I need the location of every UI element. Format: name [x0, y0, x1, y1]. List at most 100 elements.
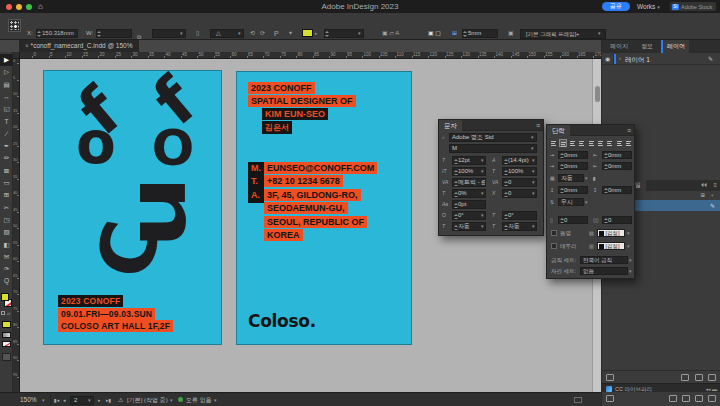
- indent-row2-left-field[interactable]: 0mm: [558, 162, 588, 170]
- toolbar-default-swatch-icon[interactable]: [1, 311, 5, 315]
- char-row-left-field[interactable]: 0pt: [452, 200, 486, 209]
- rectangle-frame-tool[interactable]: ⊠: [0, 165, 13, 177]
- corner-radius-field[interactable]: 5mm: [462, 29, 498, 38]
- preflight-status[interactable]: 오류 없음: [186, 396, 212, 405]
- reference-point-proxy[interactable]: [8, 19, 21, 32]
- bottom-footer-icon1[interactable]: [606, 395, 614, 402]
- cc-library-bar[interactable]: CC 라이브러리 ◂◂ ▬: [602, 383, 720, 392]
- free-transform-tool[interactable]: ◳: [0, 214, 13, 226]
- layer-expand-icon[interactable]: ›: [619, 55, 621, 61]
- zoom-level[interactable]: 150%: [20, 396, 37, 403]
- horizontal-ruler[interactable]: 0510152025303540455055606570758085909510…: [20, 52, 601, 59]
- stock-search-box[interactable]: St Adobe Stock: [670, 2, 716, 11]
- toolbar-swap-swatch-icon[interactable]: ⇄: [7, 311, 10, 316]
- styles-collapse-icon[interactable]: ⏴⏴: [701, 182, 707, 189]
- indent-row1-right-field[interactable]: 0mm: [602, 151, 632, 159]
- toolbar-fill-swatch[interactable]: [1, 293, 9, 301]
- hyphen-dropdown[interactable]: 무시: [558, 198, 584, 206]
- indent-row1-left-field[interactable]: 0mm: [558, 151, 588, 159]
- mojikumi-dropdown[interactable]: 없음: [580, 267, 628, 275]
- select-container-icon[interactable]: P: [274, 30, 279, 37]
- flip-horizontal-icon[interactable]: ▯: [196, 30, 199, 37]
- styles-add-icon[interactable]: ＋: [710, 192, 716, 199]
- align-button-6[interactable]: [606, 139, 614, 147]
- eyedropper-tool[interactable]: ✑: [0, 263, 13, 275]
- dock-tab-0[interactable]: 페이지: [606, 40, 632, 53]
- zoom-tool[interactable]: Q: [0, 275, 13, 287]
- rectangle-tool[interactable]: ▭: [0, 177, 13, 189]
- document-tab[interactable]: × *conoff_namecard_C.indd @ 150%: [19, 40, 139, 52]
- span-row-left-field[interactable]: 0: [558, 216, 588, 224]
- effects-icon[interactable]: ✦: [288, 30, 293, 37]
- align-button-7[interactable]: [616, 139, 624, 147]
- direct-selection-tool[interactable]: ▷: [0, 66, 13, 78]
- bottom-footer-icon2[interactable]: [669, 395, 677, 402]
- screen-mode-button[interactable]: [2, 353, 11, 361]
- character-panel-menu-icon[interactable]: ≡: [536, 122, 540, 129]
- align-button-5[interactable]: [597, 139, 605, 147]
- pencil-tool[interactable]: ✏: [0, 152, 13, 164]
- grid-tool[interactable]: ⊞: [0, 189, 13, 201]
- layer-visibility-icon[interactable]: ◉: [605, 55, 610, 62]
- align-button-3[interactable]: [578, 139, 586, 147]
- line-tool[interactable]: ∕: [0, 128, 13, 140]
- bottom-footer-icon3[interactable]: [682, 395, 690, 402]
- shading-color-field[interactable]: [검정]: [597, 229, 625, 237]
- workspace-switcher[interactable]: Works ▾: [637, 3, 660, 10]
- scissors-tool[interactable]: ✂: [0, 202, 13, 214]
- footer-new-icon[interactable]: [695, 374, 703, 381]
- dock-tab-2[interactable]: 레이어: [661, 40, 689, 53]
- vertical-scrollbar-thumb[interactable]: [595, 86, 600, 102]
- fill-color-swatch[interactable]: [302, 29, 313, 37]
- paragraph-panel-menu-icon[interactable]: ≡: [627, 127, 631, 134]
- span-row-right-field[interactable]: 0: [602, 216, 632, 224]
- space-row-left-field[interactable]: 0mm: [558, 186, 588, 194]
- gradient-tool[interactable]: ▨: [0, 226, 13, 238]
- type-tool[interactable]: T: [0, 116, 13, 128]
- border-checkbox[interactable]: [551, 243, 557, 249]
- x-field[interactable]: 150.318mm: [36, 29, 78, 38]
- align-button-0[interactable]: [550, 139, 558, 147]
- char-row-right-field[interactable]: 0°: [502, 211, 537, 220]
- styles-menu-icon[interactable]: ≡: [713, 182, 717, 188]
- prev-page-icon[interactable]: ◂: [63, 397, 66, 403]
- effects-fx-icon[interactable]: ▣ ▱ A: [382, 30, 399, 37]
- toolbar-apply-fill-swatch[interactable]: [2, 321, 11, 328]
- styles-filter-icon[interactable]: ⊞: [700, 192, 705, 198]
- font-style-field[interactable]: M: [449, 144, 537, 153]
- align-button-1[interactable]: [559, 139, 567, 147]
- grid-align-dropdown[interactable]: 자동: [558, 174, 584, 182]
- first-page-icon[interactable]: ▮◂: [54, 397, 59, 403]
- content-collector-tool[interactable]: ◱: [0, 103, 13, 115]
- footer-page-icon[interactable]: [606, 374, 614, 381]
- artboard-right[interactable]: 2023 CONOFF SPATIAL DESIGNER OF KIM EUN-…: [236, 71, 412, 345]
- font-family-field[interactable]: Adobe 명조 Std: [449, 133, 537, 142]
- shading-checkbox[interactable]: [551, 230, 557, 236]
- cc-library-icons[interactable]: ◂◂ ▬: [706, 386, 717, 392]
- space-row-right-field[interactable]: 0mm: [602, 186, 632, 194]
- toolbar-apply-none-icon[interactable]: [2, 341, 11, 347]
- paragraph-panel-tab[interactable]: 단락: [547, 125, 570, 136]
- align-button-2[interactable]: [569, 139, 577, 147]
- share-button[interactable]: 공유: [602, 2, 630, 11]
- indent-row2-right-field[interactable]: 0mm: [602, 162, 632, 170]
- last-page-icon[interactable]: ▸▮: [106, 397, 111, 403]
- layers-panel-row[interactable]: ◉ › 레이어 1 ✎: [602, 53, 720, 65]
- gradient-feather-tool[interactable]: ◧: [0, 239, 13, 251]
- border-color-field[interactable]: [검정]: [597, 242, 625, 250]
- rotate-ccw-icon[interactable]: ⟲: [250, 30, 255, 37]
- toolbar-apply-gradient-icon[interactable]: [2, 332, 11, 338]
- bottom-footer-icon5[interactable]: [708, 395, 716, 402]
- align-button-4[interactable]: [588, 139, 596, 147]
- pen-tool[interactable]: ✒: [0, 140, 13, 152]
- page-tool[interactable]: ▤: [0, 79, 13, 91]
- ruler-origin[interactable]: [13, 52, 20, 59]
- kinsoku-dropdown[interactable]: 한국어 금칙: [580, 256, 628, 264]
- gap-tool[interactable]: ↔: [0, 91, 13, 103]
- dock-tab-1[interactable]: 정보: [637, 40, 657, 53]
- bottom-footer-icon4[interactable]: [695, 395, 703, 402]
- preflight-profile[interactable]: [기본] (작업 중): [127, 396, 168, 405]
- object-style-dropdown[interactable]: [기본 그래픽 프레임]+: [520, 29, 606, 39]
- layer-name[interactable]: 레이어 1: [625, 56, 650, 65]
- footer-trash-icon[interactable]: [708, 374, 716, 381]
